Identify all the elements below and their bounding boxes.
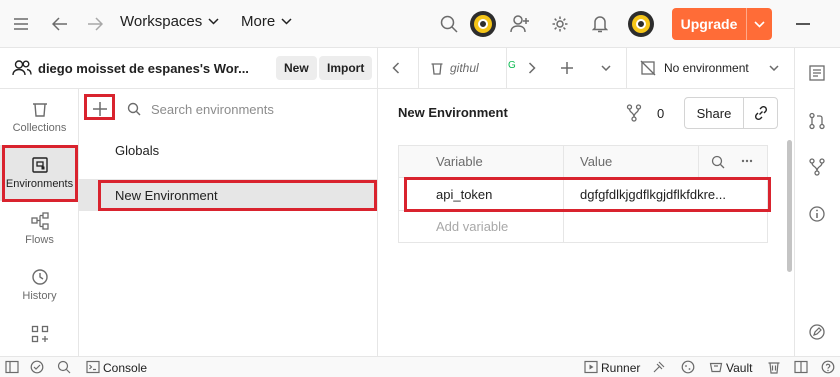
- team-avatar[interactable]: [470, 11, 496, 37]
- tabs-bar: githul G No environment: [378, 48, 794, 89]
- sidebar-item-environments[interactable]: Environments: [0, 145, 79, 201]
- search-environments-input[interactable]: Search environments: [119, 95, 371, 123]
- sidebar-item-history[interactable]: History: [0, 257, 79, 313]
- trash-can-icon[interactable]: [767, 360, 781, 374]
- environment-list-panel: Search environments Globals New Environm…: [79, 89, 378, 356]
- environment-selector[interactable]: No environment: [640, 60, 749, 76]
- sidebar-item-label: Environments: [5, 178, 74, 190]
- trash-can-icon: [31, 100, 49, 118]
- share-button[interactable]: Share: [684, 97, 778, 129]
- notification-bell-icon[interactable]: [588, 12, 612, 36]
- environment-title[interactable]: New Environment: [398, 105, 508, 120]
- forward-arrow-icon[interactable]: [83, 12, 107, 36]
- no-environment-icon: [640, 60, 656, 76]
- search-placeholder: Search environments: [151, 101, 274, 117]
- sidebar-item-label: Flows: [25, 234, 54, 246]
- sidebar-item-label: History: [22, 290, 57, 302]
- settings-gear-icon[interactable]: [548, 12, 572, 36]
- upgrade-button[interactable]: Upgrade: [672, 8, 772, 40]
- two-pane-view-icon[interactable]: [794, 360, 808, 374]
- runner-icon[interactable]: [584, 360, 598, 374]
- chevron-down-icon[interactable]: [769, 65, 779, 71]
- documentation-icon[interactable]: [808, 64, 828, 84]
- new-tab-plus-icon[interactable]: [560, 61, 574, 75]
- runner-button[interactable]: Runner: [601, 361, 640, 375]
- column-header-variable: Variable: [436, 154, 483, 169]
- people-icon: [12, 60, 32, 76]
- sidebar-item-apps[interactable]: [0, 317, 79, 357]
- fork-count: 0: [657, 106, 665, 121]
- info-icon[interactable]: [808, 205, 828, 225]
- environment-icon: [31, 156, 49, 174]
- vault-button[interactable]: Vault: [726, 361, 752, 375]
- invite-user-icon[interactable]: [508, 12, 532, 36]
- list-item-label: Globals: [115, 142, 160, 158]
- variable-value-cell[interactable]: dgfgfdlkjgdflkgjdflkfdkre...: [580, 187, 726, 202]
- toggle-sidebar-icon[interactable]: [5, 360, 19, 374]
- chevron-right-icon[interactable]: [528, 62, 536, 74]
- minimize-icon[interactable]: [791, 12, 815, 36]
- chevron-down-icon: [281, 18, 292, 25]
- sidebar-item-flows[interactable]: Flows: [0, 201, 79, 257]
- chevron-down-icon[interactable]: [601, 65, 611, 71]
- variable-name-cell[interactable]: api_token: [436, 187, 492, 202]
- right-context-bar: [794, 48, 840, 356]
- edit-settings-icon[interactable]: [808, 323, 828, 343]
- search-icon[interactable]: [437, 12, 461, 36]
- list-item-new-environment[interactable]: New Environment: [79, 179, 378, 211]
- help-icon[interactable]: [821, 360, 835, 374]
- pull-request-icon[interactable]: [808, 112, 828, 132]
- find-icon[interactable]: [57, 360, 71, 374]
- link-icon[interactable]: [744, 105, 777, 121]
- environment-selector-label: No environment: [664, 61, 749, 75]
- upgrade-label: Upgrade: [680, 16, 738, 32]
- hamburger-menu-icon[interactable]: [9, 12, 33, 36]
- history-icon: [31, 268, 49, 286]
- list-item-globals[interactable]: Globals: [79, 134, 378, 166]
- tab-method-fragment: G: [508, 60, 516, 71]
- workspaces-menu[interactable]: Workspaces: [120, 13, 219, 30]
- scrollbar[interactable]: [787, 140, 792, 272]
- workspace-header: diego moisset de espanes's Wor... New Im…: [0, 48, 378, 89]
- workspace-name[interactable]: diego moisset de espanes's Wor...: [38, 61, 249, 76]
- fork-icon[interactable]: [808, 158, 828, 178]
- check-circle-icon[interactable]: [30, 360, 44, 374]
- user-avatar[interactable]: [628, 11, 654, 37]
- more-label: More: [241, 13, 276, 30]
- fork-icon[interactable]: [626, 104, 642, 122]
- console-button[interactable]: Console: [103, 361, 147, 375]
- sidebar: Collections Environments Flows History: [0, 89, 79, 356]
- share-label: Share: [696, 105, 732, 121]
- flows-icon: [30, 212, 49, 230]
- console-icon[interactable]: [86, 360, 100, 374]
- tab-githul[interactable]: githul: [430, 61, 479, 75]
- capture-icon[interactable]: [652, 360, 666, 374]
- column-header-value: Value: [580, 154, 613, 169]
- tab-label: githul: [450, 61, 479, 75]
- more-options-icon[interactable]: [741, 159, 753, 163]
- cookies-icon[interactable]: [681, 360, 695, 374]
- import-button[interactable]: Import: [319, 56, 373, 80]
- new-button[interactable]: New: [276, 56, 317, 80]
- workspaces-label: Workspaces: [120, 13, 203, 30]
- sidebar-item-label: Collections: [12, 122, 67, 134]
- chevron-down-icon: [208, 18, 219, 25]
- top-bar: Workspaces More Upgrade: [0, 0, 840, 48]
- status-bar: Console Runner Vault: [0, 356, 840, 377]
- sidebar-item-collections[interactable]: Collections: [0, 89, 79, 145]
- more-menu[interactable]: More: [241, 13, 292, 30]
- vault-icon[interactable]: [709, 360, 723, 374]
- chevron-down-icon[interactable]: [747, 20, 772, 28]
- add-variable-input[interactable]: Add variable: [436, 219, 508, 234]
- back-arrow-icon[interactable]: [48, 12, 72, 36]
- chevron-left-icon[interactable]: [392, 62, 400, 74]
- search-icon[interactable]: [711, 155, 725, 169]
- variables-table: Variable Value api_token dgfgfdlkjgdflkg…: [398, 145, 768, 243]
- apps-grid-icon: [31, 325, 49, 343]
- list-item-label: New Environment: [115, 187, 218, 203]
- search-icon: [127, 102, 141, 116]
- trash-can-icon: [430, 61, 444, 75]
- add-environment-button[interactable]: [89, 98, 111, 120]
